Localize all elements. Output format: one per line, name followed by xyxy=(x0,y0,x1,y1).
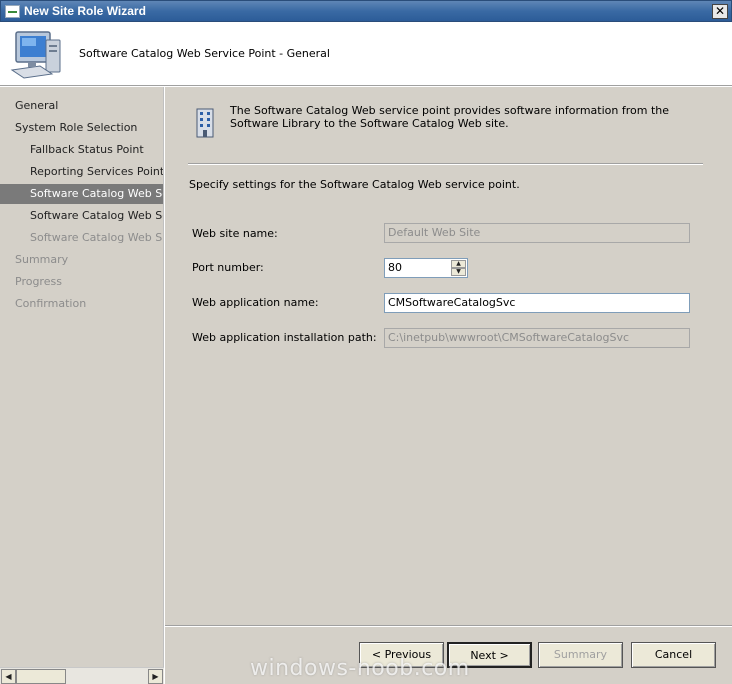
nav-item-reporting-services-point[interactable]: Reporting Services Point xyxy=(0,162,163,182)
port-number-stepper[interactable]: 80 ▲ ▼ xyxy=(384,258,468,278)
building-icon xyxy=(196,108,214,138)
app-icon xyxy=(5,5,20,18)
wizard-header: Software Catalog Web Service Point - Gen… xyxy=(0,22,732,86)
web-application-name-field[interactable]: CMSoftwareCatalogSvc xyxy=(384,293,690,313)
footer-separator xyxy=(165,625,732,627)
page-title: Software Catalog Web Service Point - Gen… xyxy=(79,47,330,60)
scroll-left-icon[interactable]: ◀ xyxy=(1,669,16,684)
role-description: The Software Catalog Web service point p… xyxy=(230,104,670,130)
close-button[interactable]: ✕ xyxy=(712,4,728,19)
port-number-label: Port number: xyxy=(192,261,264,274)
sidebar-horizontal-scrollbar[interactable]: ◀ ▶ xyxy=(0,667,164,684)
nav-item-fallback-status-point[interactable]: Fallback Status Point xyxy=(0,140,163,160)
cancel-button[interactable]: Cancel xyxy=(631,642,716,668)
scrollbar-thumb[interactable] xyxy=(16,669,66,684)
port-number-value[interactable]: 80 xyxy=(388,261,402,274)
nav-item-summary: Summary xyxy=(15,253,69,266)
wizard-step-list: General System Role Selection Fallback S… xyxy=(0,87,164,667)
nav-item-general[interactable]: General xyxy=(0,96,163,116)
nav-item-progress: Progress xyxy=(15,275,62,288)
window-title: New Site Role Wizard xyxy=(24,4,146,18)
web-application-name-label: Web application name: xyxy=(192,296,319,309)
spin-up-icon[interactable]: ▲ xyxy=(451,260,466,268)
spin-down-icon[interactable]: ▼ xyxy=(451,268,466,276)
installation-path-field: C:\inetpub\wwwroot\CMSoftwareCatalogSvc xyxy=(384,328,690,348)
nav-item-confirmation: Confirmation xyxy=(15,297,87,310)
main-content: The Software Catalog Web service point p… xyxy=(165,87,732,684)
nav-item-system-role-selection[interactable]: System Role Selection xyxy=(0,118,163,138)
title-bar: New Site Role Wizard ✕ xyxy=(0,0,732,22)
website-name-label: Web site name: xyxy=(192,227,278,240)
computer-icon xyxy=(10,31,61,79)
instructions-text: Specify settings for the Software Catalo… xyxy=(189,178,520,191)
website-name-field: Default Web Site xyxy=(384,223,690,243)
scroll-right-icon[interactable]: ▶ xyxy=(148,669,163,684)
installation-path-label: Web application installation path: xyxy=(192,331,377,344)
nav-item-software-catalog-web-service-point[interactable]: Software Catalog Web Service Point xyxy=(0,206,163,226)
nav-item-software-catalog-web-site-point: Software Catalog Web Site Point xyxy=(30,231,163,244)
summary-button: Summary xyxy=(538,642,623,668)
separator xyxy=(188,163,703,165)
watermark: windows-noob.com xyxy=(250,656,470,681)
nav-item-software-catalog-web-service-point-general[interactable]: Software Catalog Web Service Point xyxy=(0,184,163,204)
